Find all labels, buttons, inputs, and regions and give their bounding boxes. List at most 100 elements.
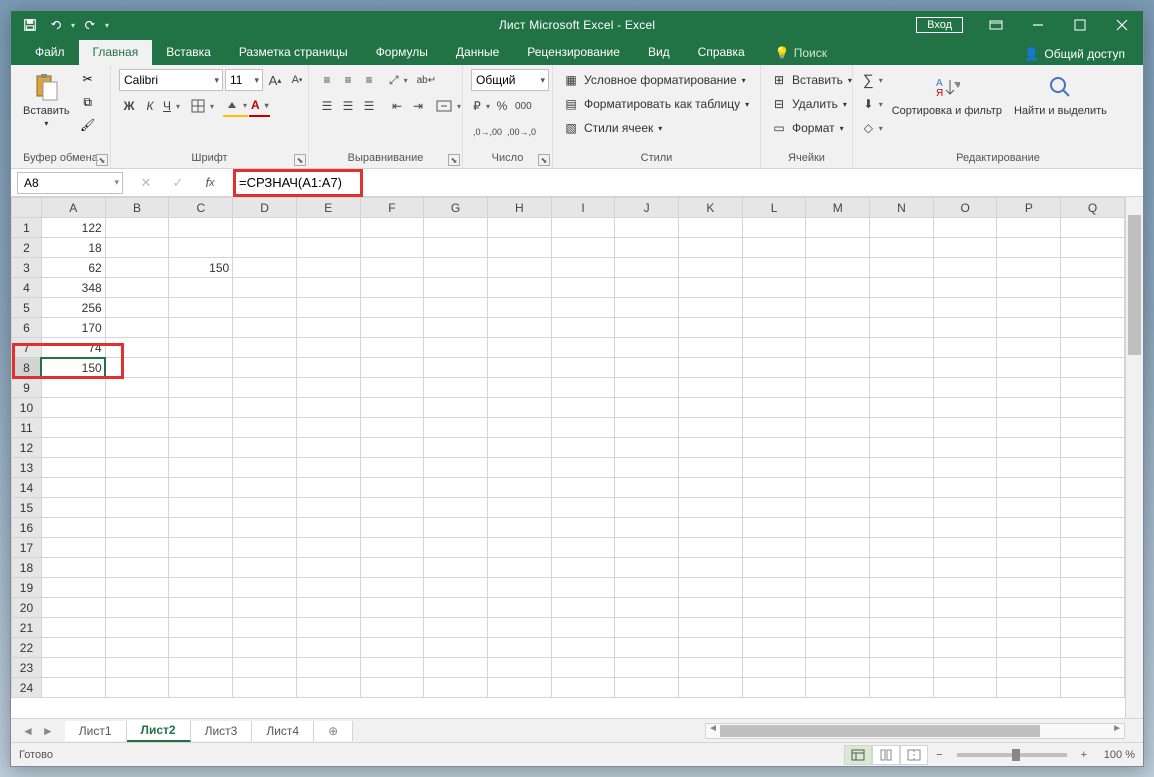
cell-A5[interactable]: 256 xyxy=(41,298,105,318)
cell-D21[interactable] xyxy=(233,618,297,638)
row-header-24[interactable]: 24 xyxy=(12,678,42,698)
tab-insert[interactable]: Вставка xyxy=(152,40,225,65)
col-header-O[interactable]: O xyxy=(933,198,997,218)
cell-M9[interactable] xyxy=(806,378,870,398)
add-sheet-button[interactable]: ⊕ xyxy=(314,721,353,741)
cell-Q15[interactable] xyxy=(1061,498,1125,518)
cell-J5[interactable] xyxy=(615,298,679,318)
number-format-combo[interactable]: Общий xyxy=(471,69,549,91)
cell-Q1[interactable] xyxy=(1061,218,1125,238)
cell-O16[interactable] xyxy=(933,518,997,538)
comma-icon[interactable]: 000 xyxy=(513,95,534,117)
col-header-B[interactable]: B xyxy=(105,198,169,218)
cell-G17[interactable] xyxy=(424,538,488,558)
cell-M6[interactable] xyxy=(806,318,870,338)
row-header-18[interactable]: 18 xyxy=(12,558,42,578)
cell-L18[interactable] xyxy=(742,558,806,578)
cell-M5[interactable] xyxy=(806,298,870,318)
cancel-formula-icon[interactable]: ✕ xyxy=(133,172,159,194)
cell-A7[interactable]: 74 xyxy=(41,338,105,358)
col-header-K[interactable]: K xyxy=(679,198,743,218)
row-header-6[interactable]: 6 xyxy=(12,318,42,338)
cell-F9[interactable] xyxy=(360,378,424,398)
cell-K6[interactable] xyxy=(679,318,743,338)
percent-icon[interactable]: % xyxy=(492,95,512,117)
cell-C8[interactable] xyxy=(169,358,233,378)
cell-C7[interactable] xyxy=(169,338,233,358)
cell-N8[interactable] xyxy=(870,358,934,378)
cell-P2[interactable] xyxy=(997,238,1061,258)
cell-B12[interactable] xyxy=(105,438,169,458)
cell-G10[interactable] xyxy=(424,398,488,418)
align-center-icon[interactable]: ☰ xyxy=(338,95,358,117)
cell-O19[interactable] xyxy=(933,578,997,598)
cell-H23[interactable] xyxy=(487,658,551,678)
align-bottom-icon[interactable]: ≡ xyxy=(359,69,379,91)
cell-I16[interactable] xyxy=(551,518,615,538)
row-header-19[interactable]: 19 xyxy=(12,578,42,598)
cell-E21[interactable] xyxy=(296,618,360,638)
cell-A13[interactable] xyxy=(41,458,105,478)
cell-P21[interactable] xyxy=(997,618,1061,638)
zoom-slider[interactable] xyxy=(957,753,1067,757)
font-name-combo[interactable]: Calibri xyxy=(119,69,223,91)
cell-N23[interactable] xyxy=(870,658,934,678)
cell-P14[interactable] xyxy=(997,478,1061,498)
cell-K13[interactable] xyxy=(679,458,743,478)
cell-L20[interactable] xyxy=(742,598,806,618)
cell-G7[interactable] xyxy=(424,338,488,358)
accounting-icon[interactable]: ₽ xyxy=(471,95,491,117)
cell-K14[interactable] xyxy=(679,478,743,498)
cell-O20[interactable] xyxy=(933,598,997,618)
row-header-5[interactable]: 5 xyxy=(12,298,42,318)
enter-formula-icon[interactable]: ✓ xyxy=(165,172,191,194)
cell-N10[interactable] xyxy=(870,398,934,418)
cell-L12[interactable] xyxy=(742,438,806,458)
cell-Q11[interactable] xyxy=(1061,418,1125,438)
cell-G23[interactable] xyxy=(424,658,488,678)
cell-P24[interactable] xyxy=(997,678,1061,698)
cell-I19[interactable] xyxy=(551,578,615,598)
cell-O11[interactable] xyxy=(933,418,997,438)
cell-J3[interactable] xyxy=(615,258,679,278)
conditional-formatting-button[interactable]: ▦Условное форматирование▾ xyxy=(561,69,748,91)
cell-H9[interactable] xyxy=(487,378,551,398)
minimize-icon[interactable] xyxy=(1017,11,1059,39)
cell-C22[interactable] xyxy=(169,638,233,658)
cell-H24[interactable] xyxy=(487,678,551,698)
cell-D8[interactable] xyxy=(233,358,297,378)
cell-E4[interactable] xyxy=(296,278,360,298)
cell-N14[interactable] xyxy=(870,478,934,498)
cell-I9[interactable] xyxy=(551,378,615,398)
cell-N17[interactable] xyxy=(870,538,934,558)
cell-P15[interactable] xyxy=(997,498,1061,518)
cell-F3[interactable] xyxy=(360,258,424,278)
cell-I23[interactable] xyxy=(551,658,615,678)
cell-I2[interactable] xyxy=(551,238,615,258)
cell-L5[interactable] xyxy=(742,298,806,318)
cell-E12[interactable] xyxy=(296,438,360,458)
cell-C2[interactable] xyxy=(169,238,233,258)
cell-B21[interactable] xyxy=(105,618,169,638)
cell-K20[interactable] xyxy=(679,598,743,618)
col-header-D[interactable]: D xyxy=(233,198,297,218)
cell-C23[interactable] xyxy=(169,658,233,678)
cell-Q24[interactable] xyxy=(1061,678,1125,698)
cell-O14[interactable] xyxy=(933,478,997,498)
cell-E18[interactable] xyxy=(296,558,360,578)
view-normal-icon[interactable] xyxy=(844,745,872,765)
cell-D3[interactable] xyxy=(233,258,297,278)
cell-B10[interactable] xyxy=(105,398,169,418)
cell-Q9[interactable] xyxy=(1061,378,1125,398)
cell-O2[interactable] xyxy=(933,238,997,258)
find-select-button[interactable]: Найти и выделить xyxy=(1010,69,1111,119)
cell-M19[interactable] xyxy=(806,578,870,598)
cell-M24[interactable] xyxy=(806,678,870,698)
cell-K7[interactable] xyxy=(679,338,743,358)
format-painter-icon[interactable]: 🖌 xyxy=(78,115,98,135)
cell-P3[interactable] xyxy=(997,258,1061,278)
tell-me[interactable]: 💡Поиск xyxy=(767,41,835,65)
cell-K19[interactable] xyxy=(679,578,743,598)
cell-L6[interactable] xyxy=(742,318,806,338)
cell-O18[interactable] xyxy=(933,558,997,578)
